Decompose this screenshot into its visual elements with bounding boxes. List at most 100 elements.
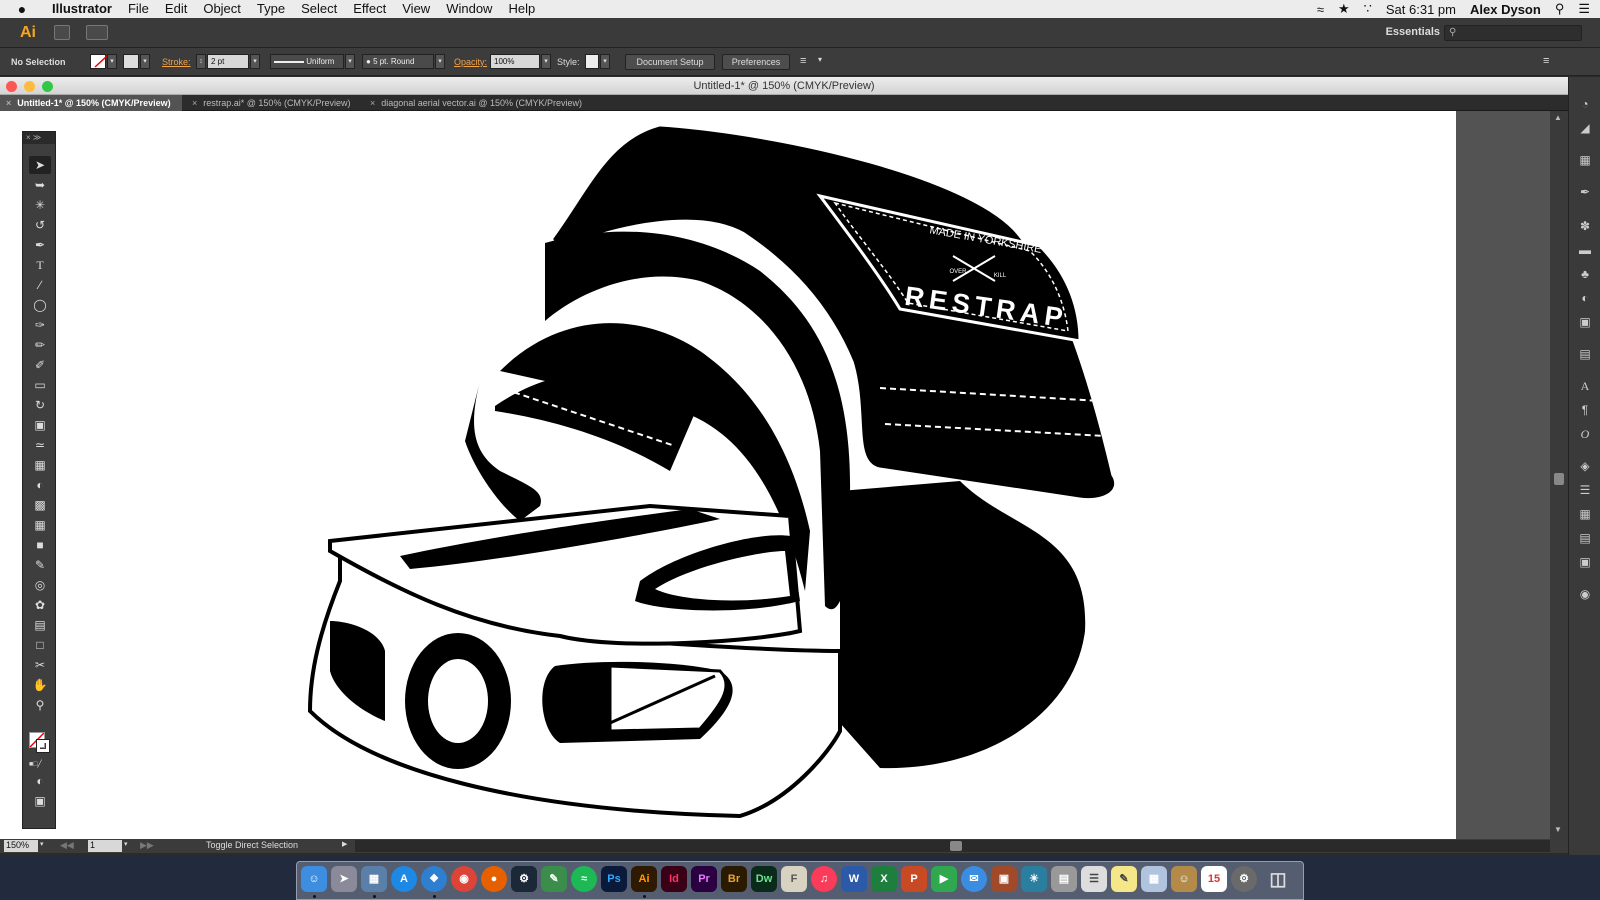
perspective-grid-tool-icon[interactable]: ▩: [29, 496, 51, 514]
menu-type[interactable]: Type: [249, 0, 293, 18]
premiere-icon[interactable]: Pr: [691, 866, 717, 892]
scroll-down-icon[interactable]: ▼: [1554, 825, 1562, 834]
graphic-style-dropdown[interactable]: ▾: [600, 54, 610, 69]
photo-booth-icon[interactable]: ▣: [991, 866, 1017, 892]
artboard[interactable]: MADE IN YORKSHIRE OVER KILL RESTRAP: [0, 111, 1456, 839]
stroke-label[interactable]: Stroke:: [162, 54, 191, 70]
rotate-tool-icon[interactable]: ↻: [29, 396, 51, 414]
character-icon[interactable]: A: [1576, 377, 1594, 395]
messages-icon[interactable]: ✉: [961, 866, 987, 892]
ellipse-tool-icon[interactable]: ◯: [29, 296, 51, 314]
close-icon[interactable]: ×: [6, 98, 11, 108]
drawing-mode-icon[interactable]: ◐: [29, 772, 51, 790]
pen-tool-icon[interactable]: ✒: [29, 236, 51, 254]
mesh-tool-icon[interactable]: ▦: [29, 516, 51, 534]
stroke-color-icon[interactable]: [36, 739, 50, 753]
slice-tool-icon[interactable]: ✂: [29, 656, 51, 674]
bluetooth-icon[interactable]: ★: [1338, 1, 1350, 17]
itunes-icon[interactable]: ♫: [811, 866, 837, 892]
archive-icon[interactable]: ▤: [1051, 866, 1077, 892]
wifi-icon[interactable]: ∵: [1364, 1, 1372, 17]
tab-untitled-1[interactable]: × Untitled-1* @ 150% (CMYK/Preview): [0, 95, 182, 111]
scale-tool-icon[interactable]: ▣: [29, 416, 51, 434]
brush-definition[interactable]: ● 5 pt. Round: [362, 54, 434, 69]
color-guide-icon[interactable]: ◔: [1576, 95, 1594, 113]
screen-mode-icon[interactable]: ▣: [29, 792, 51, 810]
canvas-area[interactable]: MADE IN YORKSHIRE OVER KILL RESTRAP: [0, 111, 1550, 839]
appearance-icon[interactable]: ▣: [1576, 313, 1594, 331]
blob-brush-tool-icon[interactable]: ✐: [29, 356, 51, 374]
selection-tool-icon[interactable]: ➤: [29, 156, 51, 174]
calendar-icon[interactable]: 15: [1201, 866, 1227, 892]
steam-icon[interactable]: ⚙: [511, 866, 537, 892]
gradient-tool-icon[interactable]: ■: [29, 536, 51, 554]
direct-selection-tool-icon[interactable]: ➥: [29, 176, 51, 194]
symbol-sprayer-tool-icon[interactable]: ✿: [29, 596, 51, 614]
finder-icon[interactable]: ☺: [301, 866, 327, 892]
safari-icon[interactable]: ❖: [421, 866, 447, 892]
brushes-icon[interactable]: ✒: [1576, 183, 1594, 201]
zoom-input[interactable]: 150%: [4, 840, 38, 852]
menu-file[interactable]: File: [120, 0, 157, 18]
illustrator-dock-icon[interactable]: Ai: [631, 866, 657, 892]
zoom-window-button[interactable]: [42, 81, 53, 92]
scroll-thumb[interactable]: [1554, 473, 1564, 485]
notes-icon[interactable]: ✎: [1111, 866, 1137, 892]
artboard-tool-icon[interactable]: □: [29, 636, 51, 654]
last-artboard-icon[interactable]: ▶▶: [140, 840, 154, 851]
artboard-dropdown[interactable]: ▾: [124, 840, 128, 848]
close-icon[interactable]: ×: [370, 98, 375, 108]
align-icon[interactable]: ▤: [1576, 529, 1594, 547]
profile-dropdown[interactable]: ▾: [345, 54, 355, 69]
panel-menu-icon[interactable]: ≡: [1543, 55, 1549, 67]
contacts-icon[interactable]: ☺: [1171, 866, 1197, 892]
tab-diagonal-aerial-vector[interactable]: × diagonal aerial vector.ai @ 150% (CMYK/…: [364, 95, 604, 111]
color-mode-icons[interactable]: ■□╱: [29, 760, 51, 768]
menu-select[interactable]: Select: [293, 0, 345, 18]
variable-width-profile[interactable]: Uniform: [270, 54, 344, 69]
color-panel-icon[interactable]: ◢: [1576, 119, 1594, 137]
document-setup-button[interactable]: Document Setup: [625, 54, 715, 70]
close-window-button[interactable]: [6, 81, 17, 92]
restrap-bag-artwork[interactable]: MADE IN YORKSHIRE OVER KILL RESTRAP: [0, 111, 1456, 839]
spotlight-icon[interactable]: ⚲: [1555, 1, 1565, 17]
bridge-dock-icon[interactable]: Br: [721, 866, 747, 892]
opacity-input[interactable]: 100%: [490, 54, 540, 69]
chevron-down-icon[interactable]: ▾: [818, 55, 822, 64]
gradient-panel-icon[interactable]: ♣: [1576, 265, 1594, 283]
zoom-tool-icon[interactable]: ⚲: [29, 696, 51, 714]
stroke-swatch[interactable]: [123, 54, 139, 69]
libraries-icon[interactable]: ◉: [1576, 585, 1594, 603]
photoshop-icon[interactable]: Ps: [601, 866, 627, 892]
free-transform-tool-icon[interactable]: ▦: [29, 456, 51, 474]
system-preferences-icon[interactable]: ⚙: [1231, 866, 1257, 892]
facetime-icon[interactable]: ▶: [931, 866, 957, 892]
column-graph-tool-icon[interactable]: ▤: [29, 616, 51, 634]
type-tool-icon[interactable]: T: [29, 256, 51, 274]
symbols-icon[interactable]: ✽: [1576, 217, 1594, 235]
align-options-icon[interactable]: ≡: [800, 55, 806, 67]
help-search-input[interactable]: ⚲: [1444, 25, 1582, 41]
line-tool-icon[interactable]: ∕: [29, 276, 51, 294]
brush-dropdown[interactable]: ▾: [435, 54, 445, 69]
preferences-button[interactable]: Preferences: [722, 54, 790, 70]
clock[interactable]: Sat 6:31 pm: [1386, 2, 1456, 17]
notification-center-icon[interactable]: ☰: [1578, 1, 1590, 17]
menu-edit[interactable]: Edit: [157, 0, 195, 18]
menu-effect[interactable]: Effect: [345, 0, 394, 18]
horizontal-scroll-thumb[interactable]: [950, 841, 962, 851]
chrome-icon[interactable]: ◉: [451, 866, 477, 892]
user-name[interactable]: Alex Dyson: [1470, 2, 1541, 17]
launchpad-icon[interactable]: ➤: [331, 866, 357, 892]
paragraph-icon[interactable]: ¶: [1576, 401, 1594, 419]
minimize-window-button[interactable]: [24, 81, 35, 92]
stroke-panel-icon[interactable]: ▬: [1576, 241, 1594, 259]
menu-window[interactable]: Window: [438, 0, 500, 18]
creative-cloud-icon[interactable]: ≈: [1317, 2, 1324, 17]
first-artboard-icon[interactable]: ◀◀: [60, 840, 74, 851]
artboard-number-input[interactable]: 1: [88, 840, 122, 852]
arrange-documents-icon[interactable]: [86, 25, 108, 40]
close-icon[interactable]: ×: [192, 98, 197, 108]
menu-object[interactable]: Object: [195, 0, 249, 18]
word-icon[interactable]: W: [841, 866, 867, 892]
